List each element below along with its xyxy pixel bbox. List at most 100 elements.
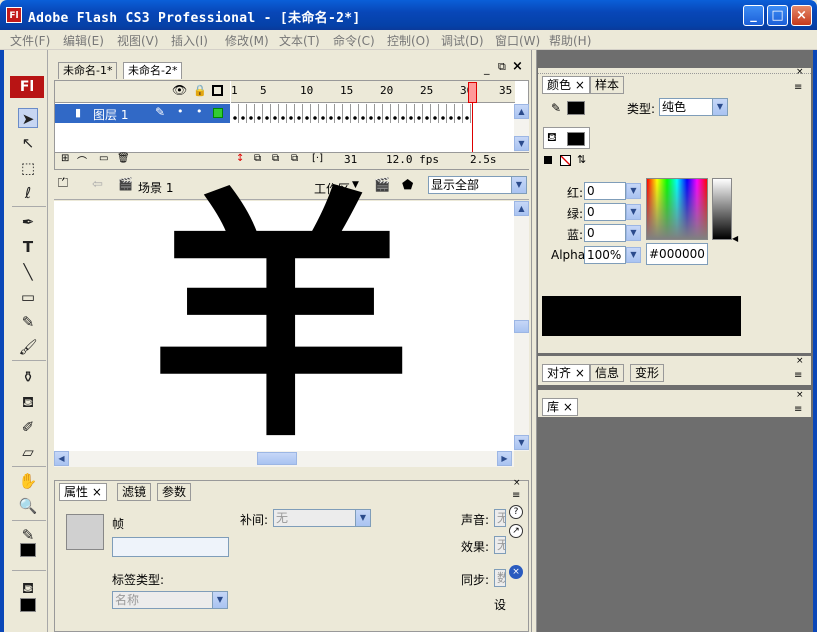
green-input[interactable]: 0 bbox=[584, 203, 626, 221]
scroll-up-icon[interactable]: ▲ bbox=[514, 201, 529, 216]
chevron-down-icon[interactable]: ▼ bbox=[626, 204, 641, 220]
doc-restore-icon[interactable]: ⧉ bbox=[498, 60, 506, 74]
onion-outline-icon[interactable]: ⧉ bbox=[272, 153, 279, 164]
subselection-tool-icon[interactable]: ↖ bbox=[18, 133, 38, 153]
menu-modify[interactable]: 修改(M) bbox=[225, 32, 269, 49]
outline-icon[interactable] bbox=[212, 85, 223, 96]
pencil-tool-icon[interactable]: ✎ bbox=[18, 312, 38, 332]
menu-text[interactable]: 文本(T) bbox=[279, 32, 320, 49]
menu-control[interactable]: 控制(O) bbox=[387, 32, 430, 49]
center-frame-icon[interactable]: ↕ bbox=[236, 153, 244, 164]
scroll-up-icon[interactable]: ▲ bbox=[514, 104, 529, 119]
minimize-button[interactable]: _ bbox=[743, 5, 764, 26]
brightness-marker-icon[interactable]: ◀ bbox=[732, 234, 738, 243]
panel-close-icon[interactable]: × bbox=[796, 67, 804, 77]
effect-select[interactable]: 无 bbox=[494, 536, 506, 554]
back-arrow-icon[interactable]: ⇦ bbox=[92, 177, 103, 192]
hand-tool-icon[interactable]: ✋ bbox=[18, 471, 38, 491]
blue-input[interactable]: 0 bbox=[584, 224, 626, 242]
tab-untitled-1[interactable]: 未命名-1* bbox=[58, 62, 118, 79]
menu-help[interactable]: 帮助(H) bbox=[549, 32, 591, 49]
tab-untitled-2[interactable]: 未命名-2* bbox=[123, 62, 183, 79]
scroll-left-icon[interactable]: ◀ bbox=[54, 451, 69, 466]
menu-window[interactable]: 窗口(W) bbox=[495, 32, 540, 49]
eye-icon[interactable]: 👁 bbox=[172, 83, 187, 97]
help-icon[interactable]: ? bbox=[509, 505, 523, 519]
tab-info[interactable]: 信息 bbox=[590, 364, 625, 382]
fill-color-icon[interactable]: ⛾ bbox=[18, 578, 38, 598]
tween-select[interactable]: 无 ▼ bbox=[273, 509, 371, 527]
menu-debug[interactable]: 调试(D) bbox=[441, 32, 484, 49]
menu-view[interactable]: 视图(V) bbox=[117, 32, 159, 49]
add-guide-layer-icon[interactable]: ⌒ bbox=[77, 153, 87, 168]
panel-close-icon[interactable]: × bbox=[796, 356, 804, 366]
layer-row[interactable] bbox=[55, 104, 230, 123]
pen-tool-icon[interactable]: ✒ bbox=[18, 212, 38, 232]
paint-bucket-tool-icon[interactable]: ⛾ bbox=[18, 392, 38, 412]
label-type-select[interactable]: 名称 ▼ bbox=[112, 591, 228, 609]
lock-icon[interactable]: 🔒 bbox=[193, 84, 207, 97]
insert-layer-icon[interactable]: ⊞ bbox=[61, 153, 69, 164]
hex-input[interactable]: #000000 bbox=[646, 243, 708, 265]
menu-file[interactable]: 文件(F) bbox=[10, 32, 50, 49]
onion-markers-icon[interactable]: [·] bbox=[312, 153, 323, 164]
tab-parameters[interactable]: 参数 bbox=[157, 483, 192, 501]
fill-color-swatch[interactable] bbox=[20, 598, 36, 612]
color-spectrum-picker[interactable] bbox=[646, 178, 708, 240]
menu-insert[interactable]: 插入(I) bbox=[171, 32, 208, 49]
zoom-tool-icon[interactable]: 🔍 bbox=[18, 496, 38, 516]
tab-swatches[interactable]: 样本 bbox=[590, 76, 625, 94]
menu-edit[interactable]: 编辑(E) bbox=[63, 32, 104, 49]
scroll-down-icon[interactable]: ▼ bbox=[514, 435, 529, 450]
keyframe-span[interactable] bbox=[231, 104, 472, 123]
layer-outline-color[interactable] bbox=[213, 108, 223, 118]
menu-commands[interactable]: 命令(C) bbox=[333, 32, 375, 49]
stage-glyph[interactable]: 羊 bbox=[150, 189, 412, 451]
collapse-icon[interactable]: × bbox=[509, 565, 523, 579]
line-tool-icon[interactable]: ╲ bbox=[18, 262, 38, 282]
panel-close-icon[interactable]: × bbox=[513, 478, 521, 488]
color-panel-gripper[interactable] bbox=[538, 68, 811, 74]
chevron-down-icon[interactable]: ▼ bbox=[355, 510, 370, 526]
brush-tool-icon[interactable]: 🖌 bbox=[18, 337, 38, 357]
tab-align[interactable]: 对齐 × bbox=[542, 364, 590, 382]
frame-label-input[interactable] bbox=[112, 537, 229, 557]
tab-filters[interactable]: 滤镜 bbox=[117, 483, 152, 501]
fill-color-swatch[interactable] bbox=[567, 132, 585, 146]
panel-menu-icon[interactable]: ≡ bbox=[794, 370, 802, 381]
eyedropper-tool-icon[interactable]: ✐ bbox=[18, 417, 38, 437]
chevron-down-icon[interactable]: ▼ bbox=[626, 183, 641, 199]
tab-properties[interactable]: 属性 × bbox=[59, 483, 107, 501]
scroll-down-icon[interactable]: ▼ bbox=[514, 136, 529, 151]
hscroll-thumb[interactable] bbox=[257, 452, 297, 465]
stroke-color-icon[interactable]: ✎ bbox=[18, 525, 38, 545]
onion-skin-icon[interactable]: ⧉ bbox=[254, 153, 261, 164]
tab-color[interactable]: 颜色 × bbox=[542, 76, 590, 94]
chevron-down-icon[interactable]: ▼ bbox=[626, 247, 641, 263]
alpha-input[interactable]: 100% bbox=[584, 246, 626, 264]
visible-dot[interactable]: • bbox=[177, 105, 184, 118]
zoom-select[interactable]: 显示全部 ▼ bbox=[428, 176, 527, 194]
insert-folder-icon[interactable]: ▭ bbox=[99, 153, 108, 164]
maximize-button[interactable]: □ bbox=[767, 5, 788, 26]
brightness-slider[interactable] bbox=[712, 178, 732, 240]
stroke-color-swatch[interactable] bbox=[20, 543, 36, 557]
panel-menu-icon[interactable]: ≡ bbox=[794, 404, 802, 415]
edit-multiple-frames-icon[interactable]: ⧉ bbox=[291, 153, 298, 164]
panel-close-icon[interactable]: × bbox=[796, 390, 804, 400]
swap-colors-icon[interactable]: ⇅ bbox=[577, 153, 586, 166]
red-input[interactable]: 0 bbox=[584, 182, 626, 200]
timeline-toggle-icon[interactable]: ⏍ bbox=[58, 176, 68, 191]
stroke-color-swatch[interactable] bbox=[567, 101, 585, 115]
chevron-down-icon[interactable]: ▼ bbox=[626, 225, 641, 241]
doc-minimize-icon[interactable]: _ bbox=[484, 62, 490, 75]
chevron-down-icon[interactable]: ▼ bbox=[712, 99, 727, 115]
ink-bottle-tool-icon[interactable]: ⚱ bbox=[18, 367, 38, 387]
layer-name[interactable]: 图层 1 bbox=[93, 106, 128, 123]
doc-close-icon[interactable]: × bbox=[512, 59, 523, 74]
lasso-tool-icon[interactable]: ℓ bbox=[18, 183, 38, 203]
text-tool-icon[interactable]: T bbox=[18, 237, 38, 257]
chevron-down-icon[interactable]: ▼ bbox=[511, 177, 526, 193]
lock-dot[interactable]: • bbox=[196, 105, 203, 118]
default-colors-icon[interactable] bbox=[544, 156, 552, 164]
